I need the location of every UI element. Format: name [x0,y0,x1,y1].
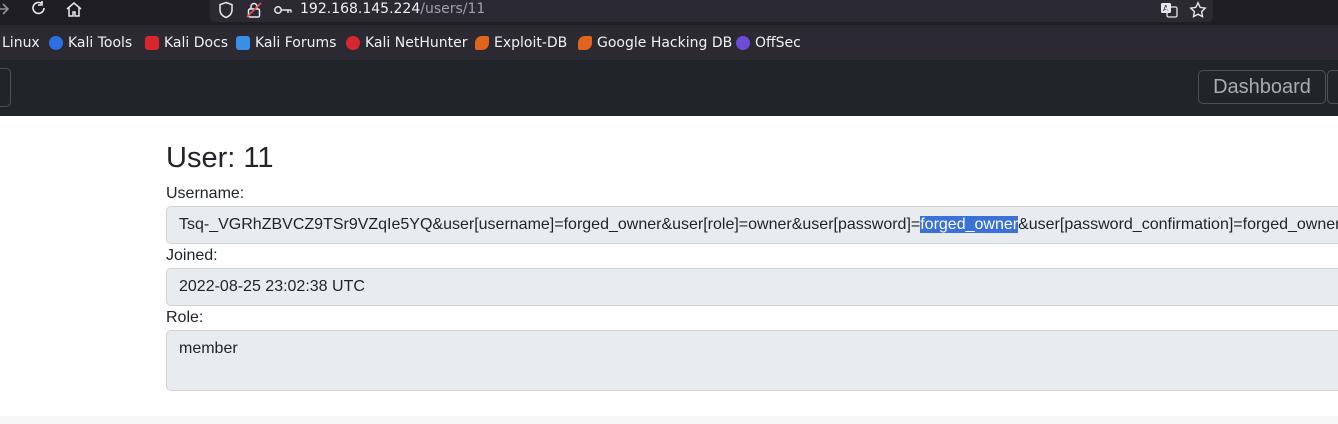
bookmark-label: OffSec [755,35,801,51]
bookmark-google-hacking-db[interactable]: Google Hacking DB [578,34,732,52]
page-title: User: 11 [166,142,274,174]
bookmark-linux[interactable]: Linux [2,34,40,52]
bookmark-label: Kali Tools [68,35,133,51]
app-navbar: Dashboard [0,60,1338,116]
navbar-left-button[interactable] [0,68,11,107]
bookmark-kali-tools[interactable]: Kali Tools [49,34,132,52]
role-field[interactable]: member [166,330,1338,391]
bookmark-offsec[interactable]: OffSec [736,34,801,52]
url-path: /users/11 [420,1,486,17]
address-bar[interactable]: 192.168.145.224/users/11 A [210,0,1213,22]
bookmark-label: Kali Docs [164,35,229,51]
kali-nethunter-icon [346,36,360,50]
bookmark-exploit-db[interactable]: Exploit-DB [475,34,567,52]
browser-toolbar: 192.168.145.224/users/11 A [0,0,1338,25]
page-content: User: 11 Username: Tsq-_VGRhZBVCZ9TSr9VZ… [0,116,1338,416]
key-icon[interactable] [273,1,293,23]
google-hacking-db-icon [578,36,592,50]
offsec-icon [736,36,750,50]
translate-icon[interactable]: A [1160,1,1178,23]
svg-text:A: A [1163,4,1169,13]
joined-field[interactable]: 2022-08-25 23:02:38 UTC [166,268,1338,306]
bookmark-label: Kali NetHunter [365,35,468,51]
bookmark-label: Google Hacking DB [597,35,733,51]
username-label: Username: [166,185,245,202]
username-field[interactable]: Tsq-_VGRhZBVCZ9TSr9VZqIe5YQ&user[usernam… [166,206,1338,244]
bookmark-label: Kali Forums [255,35,337,51]
kali-tools-icon [49,36,63,50]
exploit-db-icon [475,36,489,50]
username-text-before: Tsq-_VGRhZBVCZ9TSr9VZqIe5YQ&user[usernam… [179,216,921,233]
bookmark-kali-docs[interactable]: Kali Docs [145,34,228,52]
bookmark-star-icon[interactable] [1189,1,1207,23]
bookmark-label: Linux [2,35,40,51]
username-text-after: &user[password_confirmation]=forged_owne… [1018,216,1338,233]
home-icon[interactable] [65,0,83,20]
bookmark-kali-forums[interactable]: Kali Forums [236,34,336,52]
kali-forums-icon [236,36,250,50]
insecure-lock-icon[interactable] [246,1,262,23]
user-details: User: 11 Username: Tsq-_VGRhZBVCZ9TSr9VZ… [166,116,1338,416]
url-host: 192.168.145.224 [300,1,421,17]
bookmark-label: Exploit-DB [494,35,568,51]
forward-icon[interactable] [0,0,10,20]
reload-icon[interactable] [30,0,48,20]
url-text[interactable]: 192.168.145.224/users/11 [300,0,485,18]
joined-label: Joined: [166,247,218,264]
role-label: Role: [166,309,204,326]
navbar-right-button[interactable] [1327,70,1338,104]
dashboard-button[interactable]: Dashboard [1198,70,1326,104]
kali-docs-icon [145,36,159,50]
shield-icon[interactable] [218,1,234,23]
bookmark-kali-nethunter[interactable]: Kali NetHunter [346,34,467,52]
bookmarks-toolbar: Linux Kali Tools Kali Docs Kali Forums K… [0,25,1338,60]
selected-text: forged_owner [920,216,1019,233]
